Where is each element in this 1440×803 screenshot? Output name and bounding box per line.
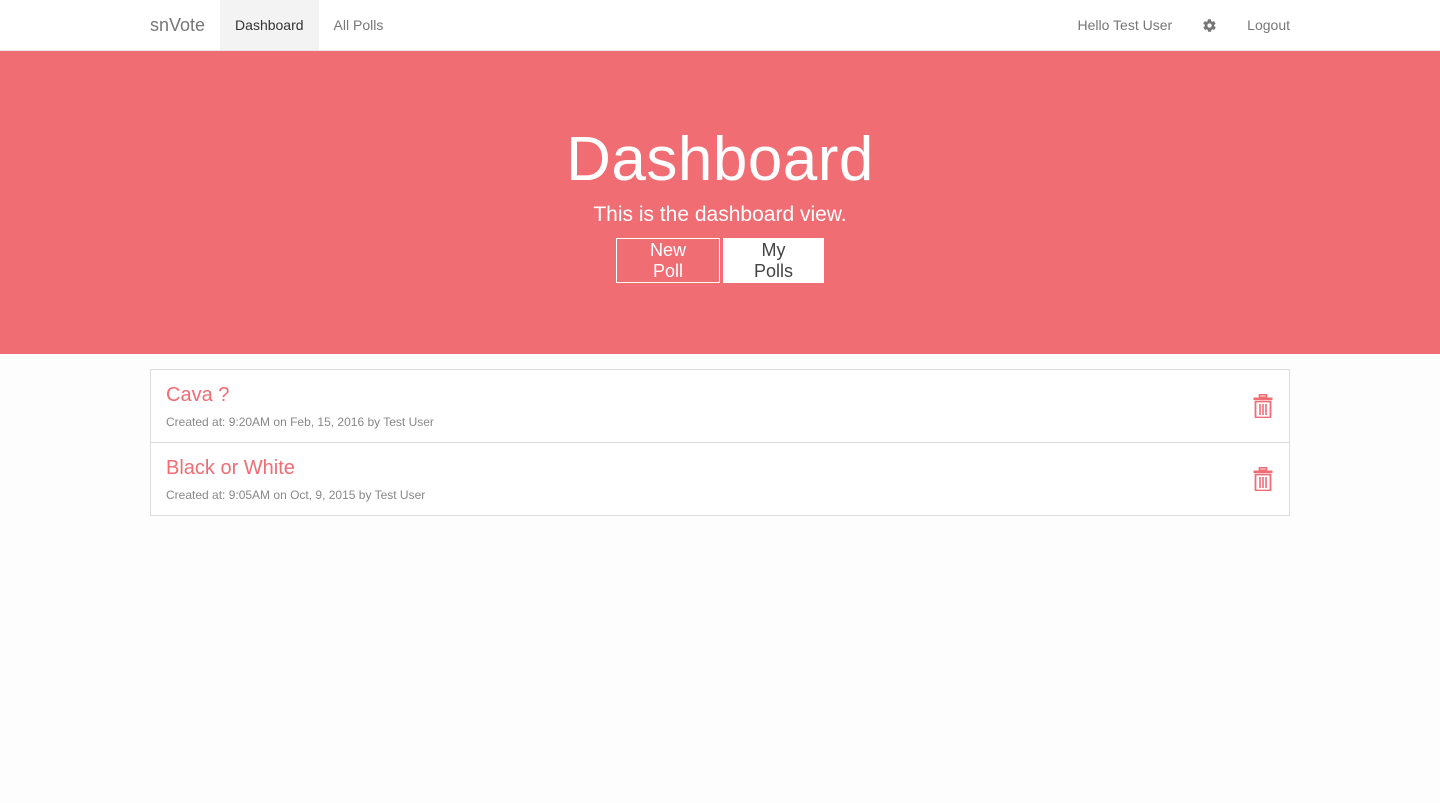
trash-icon [1253,394,1273,418]
my-polls-button[interactable]: My Polls [723,238,824,283]
poll-created-meta: Created at: 9:20AM on Feb, 15, 2016 by T… [166,415,434,429]
page-subtitle: This is the dashboard view. [593,203,847,226]
page-title: Dashboard [566,125,874,194]
poll-list: Cava ? Created at: 9:20AM on Feb, 15, 20… [150,369,1290,516]
poll-title-link[interactable]: Cava ? [166,383,1274,407]
delete-poll-button[interactable] [1253,467,1275,493]
poll-title-link[interactable]: Black or White [166,456,1274,480]
trash-icon [1253,467,1273,491]
poll-created-meta: Created at: 9:05AM on Oct, 9, 2015 by Te… [166,488,426,502]
hero-button-group: New Poll My Polls [0,238,1440,283]
nav-link-dashboard[interactable]: Dashboard [220,0,319,50]
user-greeting-link[interactable]: Hello Test User [1063,0,1188,50]
brand-link[interactable]: snVote [150,0,220,50]
logout-link[interactable]: Logout [1232,0,1290,50]
navbar-left: snVote Dashboard All Polls [150,0,398,50]
delete-poll-button[interactable] [1253,394,1275,420]
gear-icon [1203,18,1216,32]
navbar-right: Hello Test User Logout [1063,0,1291,50]
poll-list-item: Cava ? Created at: 9:20AM on Feb, 15, 20… [151,370,1289,443]
poll-list-item: Black or White Created at: 9:05AM on Oct… [151,443,1289,515]
new-poll-button[interactable]: New Poll [616,238,720,283]
dashboard-hero: Dashboard This is the dashboard view. Ne… [0,51,1440,354]
top-navbar: snVote Dashboard All Polls Hello Test Us… [0,0,1440,51]
nav-link-all-polls[interactable]: All Polls [319,0,399,50]
navbar-container: snVote Dashboard All Polls Hello Test Us… [150,0,1290,50]
settings-button[interactable] [1187,0,1232,50]
